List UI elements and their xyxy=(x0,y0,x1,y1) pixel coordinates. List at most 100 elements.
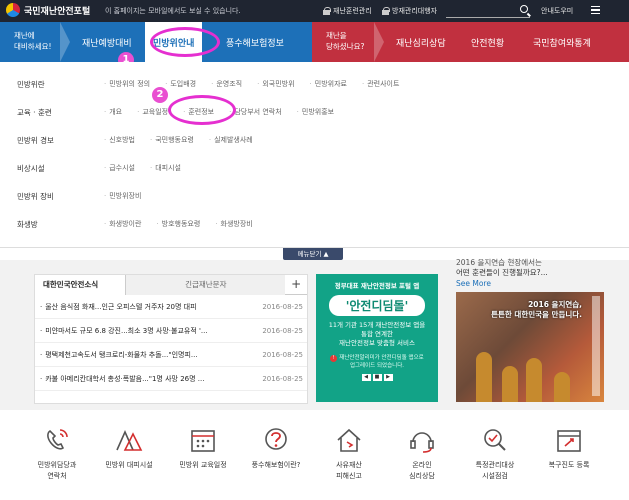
menu-category: 민방위란 xyxy=(17,80,45,89)
quick-link-label: 복구진도 등록 xyxy=(548,461,590,469)
news-date: 2016-08-25 xyxy=(262,303,303,311)
chevron-right-icon xyxy=(374,22,386,62)
menu-link[interactable]: 급수시설 xyxy=(104,163,135,173)
nav-item-prevention[interactable]: 재난예방대비 xyxy=(82,36,132,49)
quick-link-counseling[interactable]: 온라인 심리상담 xyxy=(382,426,462,482)
alert-icon: ! xyxy=(330,355,338,362)
menu-link[interactable]: 국민행동요령 xyxy=(150,135,194,145)
phone-icon xyxy=(47,429,68,450)
menu-link[interactable]: 교육일정 xyxy=(137,107,168,117)
menu-link[interactable]: 관련사이트 xyxy=(362,79,399,89)
menu-link[interactable]: 화생방이란 xyxy=(104,219,141,229)
recovery-label: 재난을 당하셨나요? xyxy=(326,31,365,51)
quick-link-damage-report[interactable]: 사유재산 피해신고 xyxy=(309,426,389,482)
firefighter-figure xyxy=(476,352,492,402)
side-article-text: 2016 을지연습 현장에서는 어떤 훈련들이 진행될까요?... xyxy=(456,258,606,278)
promo-note-text: 재난안전알리미가 안전디딤돌 앱으로 업그레이드 되었습니다. xyxy=(339,355,424,369)
quick-link-label: 풍수해보험이란? xyxy=(251,461,301,469)
menu-link[interactable]: 도입배경 xyxy=(165,79,196,89)
menu-link[interactable]: 개요 xyxy=(104,107,122,117)
menu-row-equipment: 민방위 장비 민방위장비 xyxy=(0,184,629,208)
quick-link-shelter[interactable]: 민방위 대피시설 xyxy=(89,426,169,471)
search-input[interactable] xyxy=(446,4,530,18)
next-arrow-icon[interactable]: ▶ xyxy=(383,374,393,381)
quick-link-schedule[interactable]: 민방위 교육일정 xyxy=(163,426,243,471)
guide-link[interactable]: 안내도우미 xyxy=(541,6,573,16)
firefighter-figure xyxy=(526,358,542,402)
quick-link-label: 사유재산 피해신고 xyxy=(336,461,362,480)
menu-row-alert: 민방위 경보 신호방법 국민행동요령 실제발생사례 xyxy=(0,128,629,152)
nav-item-counseling[interactable]: 재난심리상담 xyxy=(396,36,446,49)
menu-row-facilities: 비상시설 급수시설 대피시설 xyxy=(0,156,629,180)
recovery-calendar-icon xyxy=(557,430,581,452)
disaster-agent-label: 방재관리대행자 xyxy=(392,7,438,15)
news-item[interactable]: 평택제천고속도서 탱크로리-화물차 추돌..."인명피... 2016-08-2… xyxy=(35,343,307,367)
news-date: 2016-08-25 xyxy=(262,375,303,383)
promo-description: 11개 기관 15개 재난안전정보 앱을 통합 연계한 재난안전정보 맞춤형 서… xyxy=(328,321,426,347)
disaster-agent-link[interactable]: 방재관리대행자 xyxy=(382,6,437,16)
question-icon xyxy=(265,428,287,450)
photo-caption: 2016 을지연습, 튼튼한 대한민국을 만듭니다. xyxy=(491,300,582,319)
menu-row-cbr: 화생방 화생방이란 방호행동요령 화생방장비 xyxy=(0,212,629,236)
news-item[interactable]: 미얀마서도 규모 6.8 강진...최소 3명 사망·불교유적 '... 201… xyxy=(35,319,307,343)
tab-emergency-sms[interactable]: 긴급재난문자 xyxy=(126,275,286,295)
menu-link[interactable]: 운영조직 xyxy=(211,79,242,89)
mobile-notice: 이 홈페이지는 모바일에서도 보실 수 있습니다. xyxy=(105,7,241,15)
mega-menu: 민방위란 민방위의 정의 도입배경 운영조직 외국민방위 민방위자료 관련사이트… xyxy=(0,62,629,248)
step-badge-2: 2 xyxy=(152,87,168,103)
menu-category: 민방위 장비 xyxy=(17,192,54,201)
stop-icon[interactable]: ■ xyxy=(372,374,382,381)
quick-link-recovery[interactable]: 복구진도 등록 xyxy=(529,426,609,471)
training-management-label: 재난훈련관리 xyxy=(333,7,372,15)
prev-arrow-icon[interactable]: ◀ xyxy=(361,374,371,381)
house-report-icon xyxy=(337,428,361,452)
lock-icon xyxy=(382,7,390,15)
quick-link-inspection[interactable]: 특정관리대상 시설점검 xyxy=(455,426,535,482)
menu-link[interactable]: 민방위장비 xyxy=(104,191,141,201)
quick-links-bar: 민방위담당과 연락처 민방위 대피시설 민방위 교육일정 풍수해보험이란? 사유… xyxy=(0,412,629,500)
nav-item-safety-status[interactable]: 안전현황 xyxy=(471,36,504,49)
menu-link[interactable]: 민방위의 정의 xyxy=(104,79,150,89)
menu-link[interactable]: 민방위홍보 xyxy=(297,107,334,117)
app-promo-banner[interactable]: 정부대표 재난안전정보 포털 앱 '안전디딤돌' 11개 기관 15개 재난안전… xyxy=(316,274,438,402)
quick-link-contact[interactable]: 민방위담당과 연락처 xyxy=(17,426,97,482)
menu-link[interactable]: 신호방법 xyxy=(104,135,135,145)
menu-links: 민방위의 정의 도입배경 운영조직 외국민방위 민방위자료 관련사이트 xyxy=(104,79,414,89)
logo-text: 국민재난안전포털 xyxy=(24,6,91,17)
menu-links: 급수시설 대피시설 xyxy=(104,163,196,173)
menu-category: 민방위 경보 xyxy=(17,136,54,145)
exercise-photo[interactable]: 2016 을지연습, 튼튼한 대한민국을 만듭니다. xyxy=(456,292,604,402)
menu-link[interactable]: 외국민방위 xyxy=(257,79,294,89)
menu-link[interactable]: 담당부서 연락처 xyxy=(229,107,281,117)
training-management-link[interactable]: 재난훈련관리 xyxy=(323,6,372,16)
news-item[interactable]: 카불 아메리칸대학서 총성·폭발음..."1명 사망 26명 ... 2016-… xyxy=(35,367,307,391)
promo-subtitle: 정부대표 재난안전정보 포털 앱 xyxy=(334,282,420,290)
menu-link[interactable]: 민방위자료 xyxy=(310,79,347,89)
menu-link[interactable]: 방호행동요령 xyxy=(156,219,201,229)
nav-recovery-section: 재난을 당하셨나요? 재난심리상담 안전현황 국민참여와통계 xyxy=(312,22,629,62)
search-icon[interactable] xyxy=(520,5,528,13)
shelter-icon xyxy=(116,430,143,451)
side-article-line1: 2016 을지연습 현장에서는 xyxy=(456,258,542,267)
main-nav: 재난에 대비하세요! 재난예방대비 민방위안내 풍수해보험정보 재난을 당하셨나… xyxy=(0,22,629,62)
menu-link[interactable]: 대피시설 xyxy=(150,163,181,173)
tab-safety-news[interactable]: 대한민국안전소식 xyxy=(35,275,127,295)
firefighter-figure xyxy=(554,372,570,402)
hamburger-menu-icon[interactable] xyxy=(591,6,600,14)
menu-link[interactable]: 실제발생사례 xyxy=(209,135,253,145)
nav-item-participation[interactable]: 국민참여와통계 xyxy=(533,36,591,49)
collapse-menu-button[interactable]: 메뉴닫기 ▲ xyxy=(283,248,343,260)
see-more-link[interactable]: See More xyxy=(456,279,491,288)
quick-link-label: 온라인 심리상담 xyxy=(409,461,435,480)
news-item[interactable]: 울산 음식점 화재...인근 오피스텔 거주자 20명 대피 2016-08-2… xyxy=(35,295,307,319)
site-logo[interactable]: 국민재난안전포털 xyxy=(6,3,90,17)
menu-link[interactable]: 화생방장비 xyxy=(215,219,253,229)
chevron-right-icon xyxy=(60,22,72,62)
quick-link-flood-insurance[interactable]: 풍수해보험이란? xyxy=(236,426,316,471)
promo-note: ! 재난안전알리미가 안전디딤돌 앱으로 업그레이드 되었습니다. xyxy=(316,354,438,370)
logo-emblem-icon xyxy=(6,3,20,17)
promo-title: '안전디딤돌' xyxy=(329,295,425,316)
nav-item-flood-insurance[interactable]: 풍수해보험정보 xyxy=(226,36,284,49)
scrollbar[interactable] xyxy=(592,296,600,396)
more-plus-button[interactable]: + xyxy=(285,275,307,294)
